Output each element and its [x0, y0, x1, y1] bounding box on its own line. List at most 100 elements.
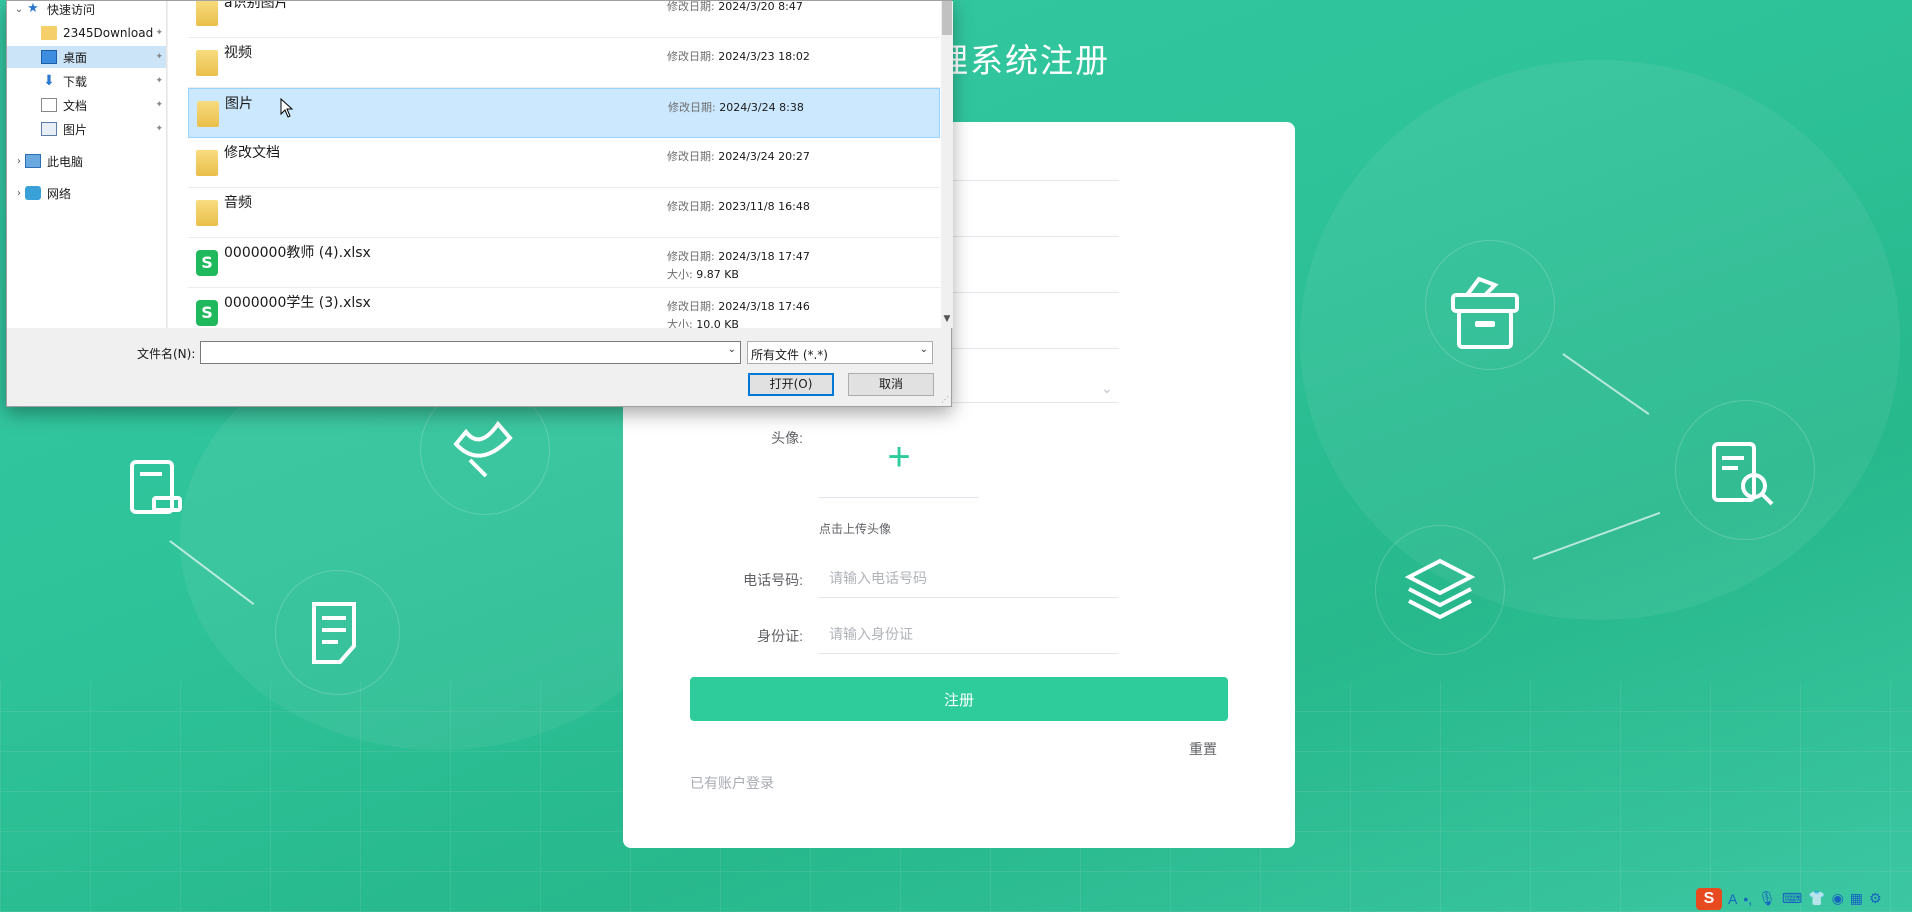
- file-name: 0000000教师 (4).xlsx: [224, 245, 371, 261]
- file-date: 2023/11/8 16:48: [718, 200, 810, 213]
- filename-input[interactable]: ⌄: [200, 341, 741, 364]
- folder-icon: [196, 50, 218, 76]
- chevron-right-icon[interactable]: ›: [13, 188, 25, 199]
- background-map: [1300, 60, 1900, 620]
- page-title: 理系统注册: [935, 42, 1110, 79]
- file-date-label: 修改日期:: [668, 101, 716, 114]
- pin-icon: ✦: [155, 124, 163, 134]
- scrollbar-thumb[interactable]: [942, 1, 952, 35]
- grid-icon[interactable]: ▦: [1850, 890, 1863, 907]
- chevron-right-icon[interactable]: ›: [13, 156, 25, 167]
- picture-icon: [41, 122, 57, 136]
- file-row[interactable]: 视频 修改日期: 2024/3/23 18:02: [188, 38, 940, 88]
- nav-item-label: 2345Download: [63, 26, 154, 40]
- document-note-icon: [312, 602, 356, 664]
- nav-item-2345download[interactable]: 2345Download ✦: [7, 22, 166, 44]
- register-button[interactable]: 注册: [690, 677, 1228, 721]
- folder-icon: [196, 200, 218, 226]
- nav-item-label: 桌面: [63, 50, 88, 65]
- filetype-select[interactable]: 所有文件 (*.*) ⌄: [747, 341, 933, 364]
- file-row[interactable]: 音频 修改日期: 2023/11/8 16:48: [188, 188, 940, 238]
- nav-item-pictures[interactable]: 图片 ✦: [7, 118, 166, 140]
- phone-label: 电话号码:: [743, 572, 803, 588]
- document-icon: [41, 98, 57, 112]
- file-date-label: 修改日期:: [667, 50, 715, 63]
- punctuation-icon[interactable]: •,: [1743, 891, 1752, 907]
- nav-item-desktop[interactable]: 桌面 ✦: [7, 46, 166, 68]
- file-name: 修改文档: [224, 145, 280, 161]
- file-date-label: 修改日期:: [667, 1, 715, 13]
- file-name: 音频: [224, 195, 252, 211]
- file-date-label: 修改日期:: [667, 200, 715, 213]
- file-size-label: 大小:: [667, 268, 693, 281]
- avatar-upload[interactable]: +: [819, 418, 979, 498]
- file-open-dialog: ⌄ ★ 快速访问 2345Download ✦ 桌面 ✦ ⬇ 下载 ✦ 文档 ✦: [6, 0, 953, 407]
- mouse-cursor-icon: [280, 98, 294, 118]
- chevron-down-icon[interactable]: ⌄: [728, 344, 736, 355]
- file-date: 2024/3/24 8:38: [719, 101, 804, 114]
- folder-icon: [197, 101, 219, 127]
- file-row[interactable]: a识别图片 修改日期: 2024/3/20 8:47: [188, 1, 940, 38]
- download-icon: ⬇: [43, 73, 55, 89]
- nav-item-network[interactable]: › 网络: [7, 182, 166, 204]
- chevron-down-icon[interactable]: ⌄: [1101, 380, 1113, 397]
- shirt-icon[interactable]: 👕: [1808, 890, 1825, 907]
- pin-icon: ✦: [155, 100, 163, 110]
- idcard-label: 身份证:: [757, 628, 803, 644]
- chevron-down-icon[interactable]: ⌄: [920, 344, 928, 355]
- file-date: 2024/3/24 20:27: [718, 150, 810, 163]
- navigation-pane: ⌄ ★ 快速访问 2345Download ✦ 桌面 ✦ ⬇ 下载 ✦ 文档 ✦: [7, 1, 167, 328]
- file-date: 2024/3/20 8:47: [718, 1, 803, 13]
- network-icon: [25, 186, 41, 200]
- nav-item-label: 图片: [63, 122, 88, 137]
- nav-item-label: 网络: [47, 186, 72, 201]
- file-name: 0000000学生 (3).xlsx: [224, 295, 371, 311]
- ime-toolbar: S A •, 🎙 ⌨ 👕 ◉ ▦ ⚙: [1694, 885, 1912, 912]
- nav-item-documents[interactable]: 文档 ✦: [7, 94, 166, 116]
- file-row[interactable]: S 0000000学生 (3).xlsx 修改日期: 2024/3/18 17:…: [188, 288, 940, 328]
- microphone-icon[interactable]: 🎙: [1758, 890, 1776, 907]
- desktop-icon: [41, 50, 57, 64]
- file-size: 9.87 KB: [696, 268, 739, 281]
- cancel-button[interactable]: 取消: [848, 373, 934, 396]
- file-date-label: 修改日期:: [667, 250, 715, 263]
- file-row-selected[interactable]: 图片 修改日期: 2024/3/24 8:38: [188, 88, 940, 138]
- resize-grip-icon[interactable]: ⋰: [941, 395, 949, 404]
- open-button[interactable]: 打开(O): [748, 373, 834, 396]
- file-name: 视频: [224, 45, 252, 61]
- ime-mode[interactable]: A: [1728, 891, 1737, 907]
- nav-item-quick-access[interactable]: ⌄ ★ 快速访问: [7, 1, 166, 20]
- file-row[interactable]: S 0000000教师 (4).xlsx 修改日期: 2024/3/18 17:…: [188, 238, 940, 288]
- computer-icon: [25, 154, 41, 168]
- robot-icon[interactable]: ◉: [1832, 890, 1844, 907]
- nav-item-label: 下载: [63, 74, 88, 89]
- archive-box-icon: [1451, 276, 1519, 349]
- pin-icon: ✦: [155, 76, 163, 86]
- file-date-label: 修改日期:: [667, 300, 715, 313]
- spreadsheet-icon: S: [196, 250, 218, 276]
- nav-item-downloads[interactable]: ⬇ 下载 ✦: [7, 70, 166, 92]
- file-size-label: 大小:: [667, 318, 693, 328]
- spreadsheet-icon: S: [196, 300, 218, 326]
- reset-link[interactable]: 重置: [1189, 739, 1217, 759]
- keyboard-icon[interactable]: ⌨: [1782, 890, 1802, 907]
- file-row[interactable]: 修改文档 修改日期: 2024/3/24 20:27: [188, 138, 940, 188]
- avatar-label: 头像:: [771, 430, 803, 446]
- nav-item-this-pc[interactable]: › 此电脑: [7, 150, 166, 172]
- pin-icon: ✦: [155, 28, 163, 38]
- settings-icon[interactable]: ⚙: [1869, 890, 1882, 907]
- idcard-input[interactable]: 请输入身份证: [819, 614, 1119, 654]
- document-stamp-icon: [130, 460, 182, 514]
- phone-input[interactable]: 请输入电话号码: [819, 558, 1119, 598]
- file-size: 10.0 KB: [696, 318, 739, 328]
- vertical-scrollbar[interactable]: ▼: [941, 1, 953, 328]
- file-name: a识别图片: [224, 1, 289, 11]
- file-date: 2024/3/23 18:02: [718, 50, 810, 63]
- avatar-upload-hint: 点击上传头像: [819, 522, 892, 536]
- nav-item-label: 文档: [63, 98, 88, 113]
- login-link[interactable]: 已有账户登录: [690, 773, 774, 793]
- star-icon: ★: [27, 1, 39, 16]
- chevron-down-icon[interactable]: ⌄: [13, 4, 25, 15]
- sogou-ime-logo-icon[interactable]: S: [1696, 887, 1722, 910]
- chevron-down-icon[interactable]: ▼: [941, 314, 953, 328]
